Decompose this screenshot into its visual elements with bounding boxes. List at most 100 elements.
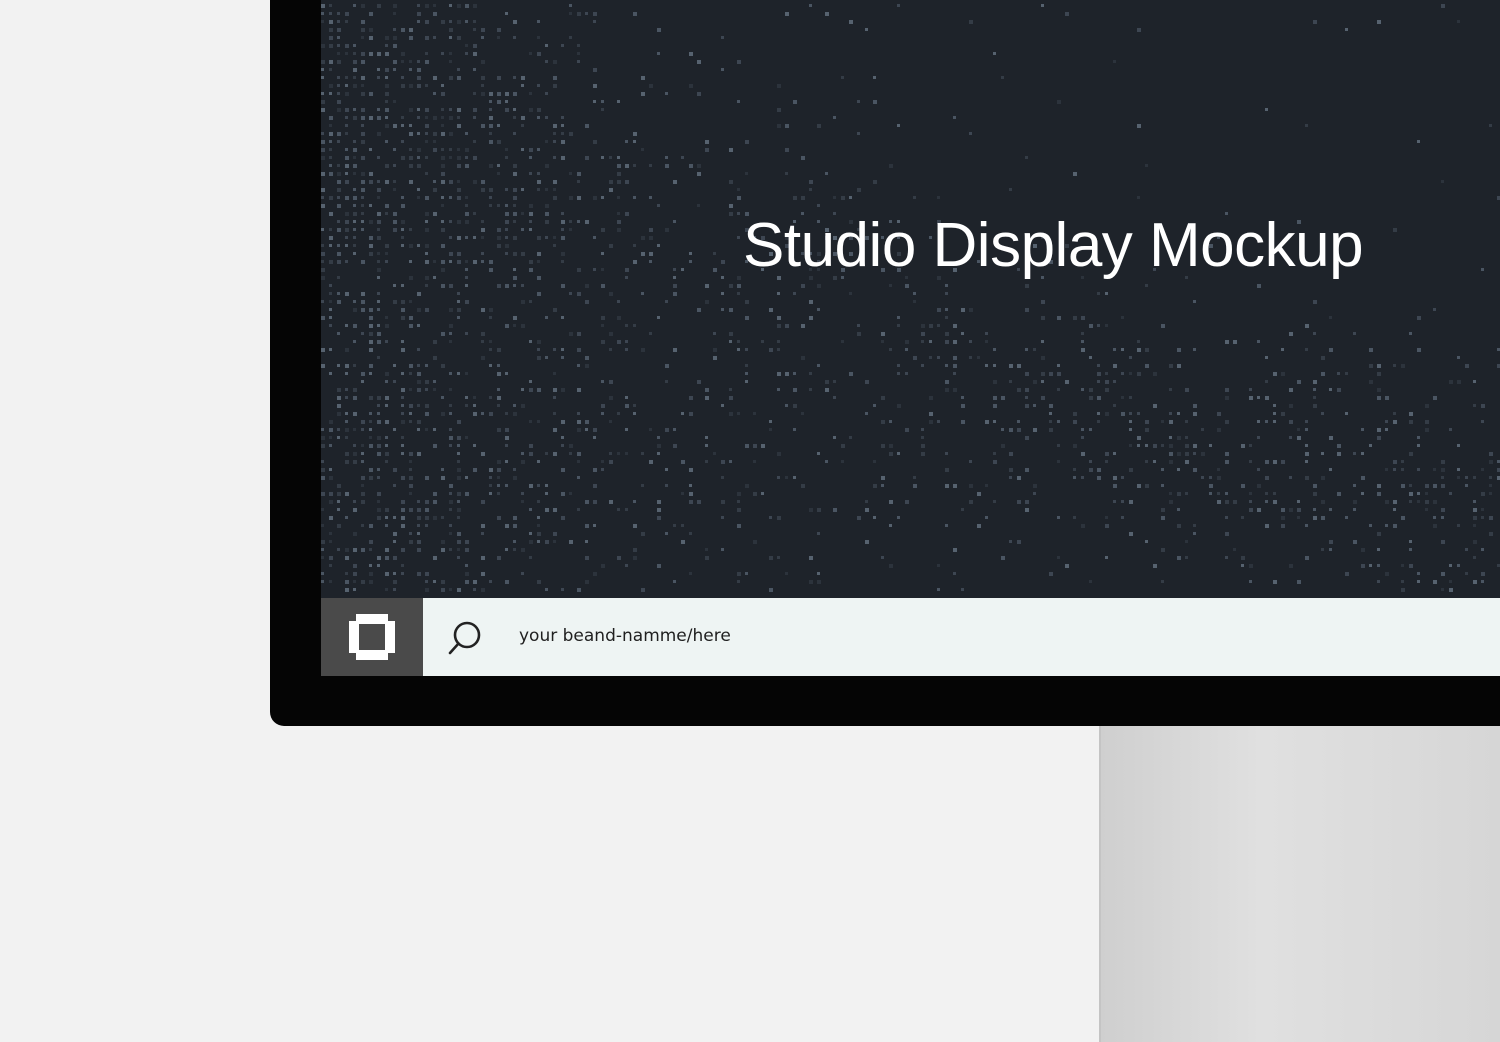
pixel-dot [1065,12,1069,16]
pixel-dot [369,348,373,352]
pixel-dot [1249,508,1253,512]
pixel-dot [1313,516,1317,520]
pixel-dot [433,356,437,360]
pixel-dot [529,508,532,511]
pixel-dot [601,412,604,415]
pixel-dot [1105,292,1108,295]
pixel-dot [1089,460,1092,463]
pixel-dot [817,308,820,311]
pixel-dot [353,412,357,416]
pixel-dot [321,300,324,303]
pixel-dot [1337,492,1341,496]
pixel-dot [361,4,365,8]
pixel-dot [1265,500,1268,503]
pixel-dot [425,572,429,576]
pixel-dot [425,524,428,527]
pixel-dot [1353,508,1356,511]
pixel-dot [513,524,517,528]
pixel-dot [889,524,892,527]
pixel-dot [857,516,861,520]
pixel-dot [681,460,685,464]
pixel-dot [665,364,669,368]
pixel-dot [1273,500,1277,504]
pixel-dot [385,212,388,215]
pixel-dot [449,428,452,431]
pixel-dot [601,460,604,463]
pixel-dot [529,220,532,223]
pixel-dot [1145,420,1149,424]
pixel-dot [409,156,413,160]
pixel-dot [1105,452,1109,456]
pixel-dot [513,404,516,407]
pixel-dot [1433,516,1436,519]
pixel-dot [721,548,724,551]
pixel-dot [481,308,485,312]
pixel-dot [553,180,557,184]
pixel-dot [329,236,333,240]
pixel-dot [401,236,404,239]
pixel-dot [513,196,517,200]
pixel-dot [961,588,964,591]
pixel-dot [329,516,333,520]
pixel-dot [329,292,332,295]
pixel-dot [1001,444,1005,448]
pixel-dot [673,276,676,279]
search-input[interactable]: your beand-namme/here [519,626,731,646]
pixel-dot [329,140,332,143]
start-button[interactable] [321,598,423,676]
pixel-dot [505,156,508,159]
pixel-dot [929,396,933,400]
pixel-dot [593,12,597,16]
pixel-dot [345,364,349,368]
pixel-dot [433,516,437,520]
pixel-dot [561,436,564,439]
pixel-dot [425,412,429,416]
pixel-dot [489,140,493,144]
search-icon[interactable] [447,620,483,656]
pixel-dot [425,220,428,223]
pixel-dot [369,308,373,312]
pixel-dot [329,316,332,319]
pixel-dot [345,12,349,16]
pixel-dot [345,388,348,391]
pixel-dot [1265,108,1268,111]
pixel-dot [377,268,381,272]
pixel-dot [1465,572,1468,575]
pixel-dot [377,556,381,560]
pixel-dot [345,548,349,552]
pixel-dot [1281,460,1285,464]
pixel-dot [1417,316,1421,320]
pixel-dot [1073,412,1077,416]
pixel-dot [1441,180,1444,183]
pixel-dot [921,428,924,431]
pixel-dot [937,324,940,327]
pixel-dot [537,524,540,527]
pixel-dot [1033,428,1037,432]
pixel-dot [337,500,340,503]
pixel-dot [537,580,541,584]
pixel-dot [665,380,668,383]
pixel-dot [745,364,748,367]
pixel-dot [1241,484,1245,488]
pixel-dot [1041,356,1045,360]
pixel-dot [1441,4,1445,8]
pixel-dot [505,108,509,112]
pixel-dot [353,156,356,159]
pixel-dot [1401,564,1404,567]
pixel-dot [385,36,389,40]
pixel-dot [609,156,612,159]
pixel-dot [417,148,421,152]
pixel-dot [601,108,604,111]
pixel-dot [457,540,461,544]
pixel-dot [945,452,948,455]
pixel-dot [337,196,340,199]
pixel-dot [841,444,845,448]
pixel-dot [569,220,572,223]
pixel-dot [321,228,324,231]
pixel-dot [361,548,365,552]
pixel-dot [1433,468,1436,471]
pixel-dot [777,516,781,520]
pixel-dot [409,404,413,408]
pixel-dot [729,180,733,184]
pixel-dot [1185,540,1188,543]
